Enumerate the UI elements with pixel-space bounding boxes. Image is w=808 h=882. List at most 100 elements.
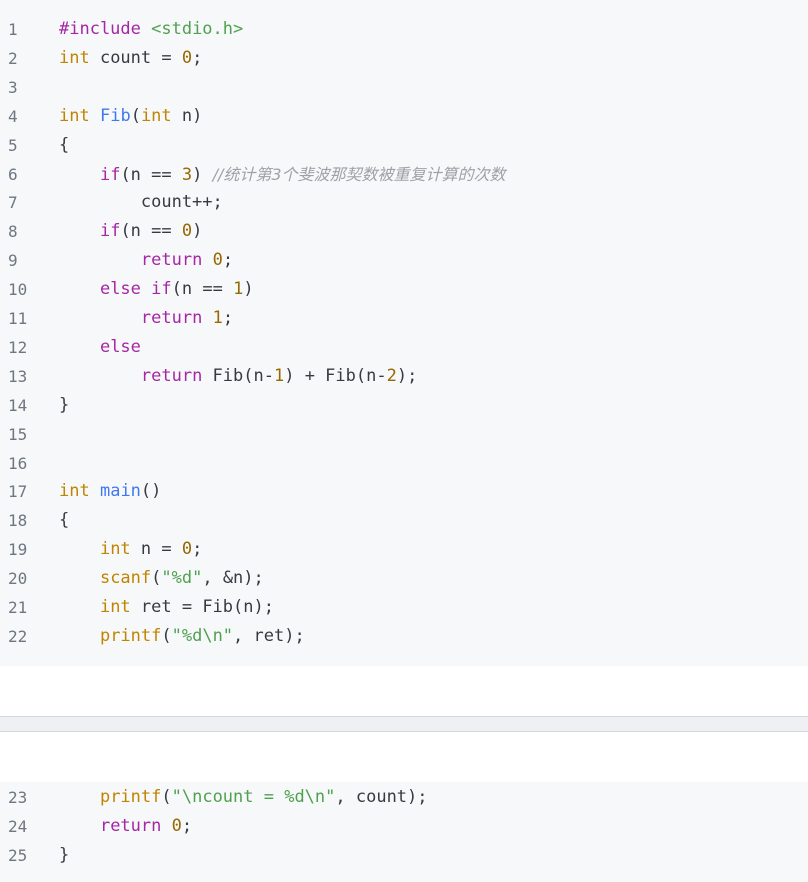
line-number: 23 [8, 788, 28, 807]
code-token: ( [151, 568, 162, 589]
code-token: ; [222, 250, 234, 271]
code-token: int [99, 597, 131, 617]
code-line: 2 int count = 0; [0, 44, 808, 73]
code-token: "\ncount = %d\n" [171, 787, 336, 807]
code-line: 7 count++; [0, 188, 808, 217]
code-token: (n == [171, 279, 234, 300]
code-line: 5{ [0, 131, 808, 160]
code-line: 17 int main() [0, 477, 808, 506]
line-number: 22 [8, 626, 28, 646]
code-line: 14} [0, 391, 808, 420]
code-text: else [59, 333, 141, 362]
code-token: if [151, 279, 172, 300]
code-token: 0 [181, 539, 193, 560]
code-token: int [140, 105, 172, 126]
line-number: 16 [8, 453, 28, 473]
code-token: int [99, 539, 131, 560]
page-break-divider [0, 716, 808, 732]
code-token: 1 [212, 308, 223, 328]
code-token: } [59, 394, 70, 415]
code-text: { [59, 506, 69, 535]
code-line: 19 int n = 0; [0, 535, 808, 564]
code-token: int [59, 481, 90, 502]
code-token: n) [171, 105, 203, 126]
code-token: ( [161, 625, 172, 646]
line-number: 7 [8, 193, 18, 213]
code-text: int main() [59, 477, 161, 506]
code-token: ); [396, 365, 418, 386]
code-token: 3 [181, 164, 193, 185]
code-token: } [59, 844, 70, 865]
code-line: 10 else if(n == 1) [0, 275, 808, 304]
code-token: int [59, 47, 90, 68]
code-text: int ret = Fib(n); [59, 593, 274, 622]
code-line: 3 [0, 73, 808, 102]
code-text: return 0; [59, 246, 233, 275]
code-text: } [59, 391, 69, 420]
code-line: 8 if(n == 0) [0, 217, 808, 246]
code-line: 22 printf("%d\n", ret); [0, 622, 808, 651]
code-token: if [99, 221, 121, 242]
line-number: 10 [8, 280, 28, 300]
code-text: { [59, 131, 69, 160]
code-text: printf("%d\n", ret); [59, 622, 305, 651]
code-token: main [99, 481, 141, 502]
code-line: 25} [0, 841, 808, 870]
code-token: else [99, 279, 141, 300]
code-token: { [59, 510, 70, 531]
code-line: 24 return 0; [0, 812, 808, 841]
line-number: 9 [8, 251, 18, 271]
line-number: 19 [8, 540, 28, 560]
code-text: int count = 0; [59, 44, 202, 73]
code-token: if [99, 164, 121, 185]
code-text: printf("\ncount = %d\n", count); [59, 783, 428, 812]
code-token: return [140, 308, 203, 328]
code-token: 0 [181, 47, 193, 68]
code-token: ) [243, 279, 254, 300]
code-block-bottom: 23 printf("\ncount = %d\n", count); 24 re… [0, 782, 808, 882]
code-line: 18 { [0, 506, 808, 535]
line-number: 14 [8, 395, 28, 415]
code-line: 20 scanf("%d", &n); [0, 564, 808, 593]
code-token: return [140, 365, 203, 386]
code-text: } [59, 841, 69, 870]
code-token: { [59, 134, 70, 155]
code-token: <stdio.h> [151, 19, 244, 39]
code-token: (n == [120, 221, 182, 242]
code-token: ; [192, 539, 203, 560]
code-token: ) [192, 164, 213, 185]
code-token: ( [161, 787, 172, 807]
code-line: 16 [0, 449, 808, 478]
code-token: 0 [181, 221, 193, 242]
code-token: 1 [273, 365, 285, 386]
code-token: printf [99, 625, 162, 646]
code-token: return [99, 815, 162, 836]
line-number: 5 [8, 135, 18, 155]
line-number: 8 [8, 222, 18, 242]
line-number: 1 [8, 20, 18, 39]
code-text: if(n == 0) [59, 217, 202, 246]
line-number: 2 [8, 48, 18, 68]
line-number: 20 [8, 569, 28, 589]
code-line: 11 return 1; [0, 304, 808, 333]
code-token: ) [192, 221, 203, 242]
code-token: ret = Fib(n); [130, 597, 274, 617]
code-token: 0 [212, 250, 223, 271]
line-number: 4 [8, 106, 18, 126]
code-token: printf [99, 787, 162, 807]
code-line: 13 return Fib(n-1) + Fib(n-2); [0, 362, 808, 391]
code-token: , count); [335, 787, 428, 807]
code-text: int Fib(int n) [59, 102, 202, 131]
